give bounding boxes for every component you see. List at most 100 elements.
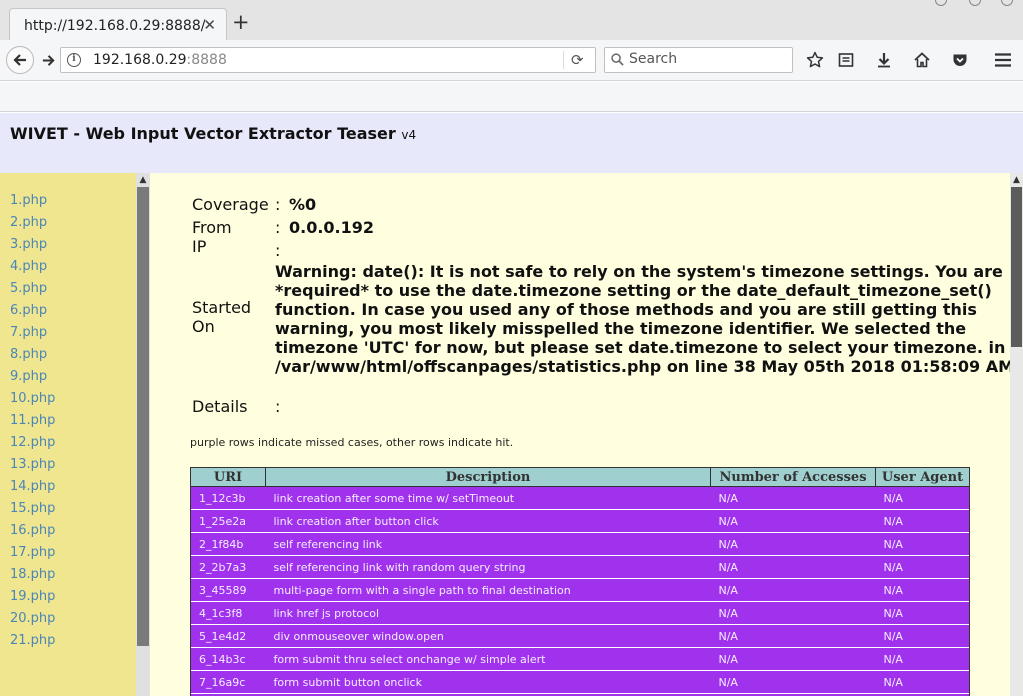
navigation-toolbar: i 192.168.0.29:8888 ⟳ (0, 40, 1023, 81)
sidebar-link[interactable]: 15.php (10, 501, 55, 516)
user-agent-cell: N/A (875, 670, 970, 694)
uri-cell: 2_1f84b (190, 532, 266, 556)
page-header: WIVET - Web Input Vector Extractor Tease… (0, 113, 1023, 173)
sidebar-link[interactable]: 13.php (10, 457, 55, 472)
user-agent-cell: N/A (875, 578, 970, 602)
sidebar-link[interactable]: 5.php (10, 281, 47, 296)
reading-list-icon[interactable] (836, 50, 856, 70)
ip-colon: : (275, 218, 281, 237)
started-on-warning: Warning: date(): It is not safe to rely … (275, 262, 1010, 376)
downloads-icon[interactable] (874, 50, 894, 70)
table-row: 3_45589 multi-page form with a single pat… (190, 578, 970, 602)
main-scroll-thumb[interactable] (1011, 187, 1022, 347)
url-divider (563, 51, 564, 69)
sidebar: 1.php 2.php 3.php 4.php 5.php 6.php 7.php 8.php… (0, 173, 136, 696)
sidebar-link[interactable]: 2.php (10, 215, 47, 230)
accesses-cell: N/A (710, 624, 876, 648)
user-agent-cell: N/A (875, 555, 970, 579)
forward-button[interactable] (38, 50, 58, 70)
browser-tab[interactable]: http://192.168.0.29:8888/ ✕ (9, 8, 227, 41)
accesses-cell: N/A (710, 555, 876, 579)
coverage-colon: : (275, 195, 281, 214)
sidebar-link[interactable]: 17.php (10, 545, 55, 560)
close-window-icon[interactable] (1001, 0, 1013, 6)
sidebar-link[interactable]: 3.php (10, 237, 47, 252)
main-content: Coverage : %0 From IP : 0.0.0.192 : Star… (150, 173, 1010, 696)
site-info-icon[interactable]: i (67, 53, 81, 67)
uri-cell: 1_25e2a (190, 509, 266, 533)
pocket-icon[interactable] (950, 50, 970, 70)
table-row: 1_25e2a link creation after button click N… (190, 509, 970, 533)
header-uri: URI (190, 467, 266, 487)
table-header-row: URI Description Number of Accesses User … (190, 467, 970, 487)
details-colon: : (275, 397, 281, 416)
legend-note: purple rows indicate missed cases, other… (190, 436, 514, 449)
uri-cell: 1_12c3b (190, 486, 266, 510)
table-row: 6_14b3c form submit thru select onchange … (190, 647, 970, 671)
version-label: v4 (401, 128, 417, 142)
close-tab-icon[interactable]: ✕ (203, 16, 216, 34)
sidebar-link[interactable]: 21.php (10, 633, 55, 648)
sidebar-scroll-thumb[interactable] (137, 187, 149, 646)
results-table: URI Description Number of Accesses User … (190, 467, 970, 696)
minimize-window-icon[interactable] (935, 0, 947, 6)
url-port: :8888 (186, 52, 227, 68)
sidebar-link[interactable]: 6.php (10, 303, 47, 318)
page-title: WIVET - Web Input Vector Extractor Tease… (10, 124, 416, 143)
sidebar-link[interactable]: 4.php (10, 259, 47, 274)
url-text[interactable]: 192.168.0.29:8888 (93, 52, 227, 68)
accesses-cell: N/A (710, 601, 876, 625)
user-agent-cell: N/A (875, 624, 970, 648)
url-bar[interactable]: i 192.168.0.29:8888 ⟳ (60, 47, 596, 73)
coverage-label: Coverage (192, 195, 269, 214)
sidebar-link[interactable]: 19.php (10, 589, 55, 604)
sidebar-link[interactable]: 20.php (10, 611, 55, 626)
user-agent-cell: N/A (875, 509, 970, 533)
uri-cell: 4_1c3f8 (190, 601, 266, 625)
back-button[interactable] (6, 46, 34, 74)
accesses-cell: N/A (710, 670, 876, 694)
home-icon[interactable] (912, 50, 932, 70)
sidebar-link[interactable]: 9.php (10, 369, 47, 384)
sidebar-link[interactable]: 8.php (10, 347, 47, 362)
main-scrollbar[interactable]: ▲ (1010, 173, 1023, 696)
user-agent-cell: N/A (875, 647, 970, 671)
coverage-value: %0 (289, 195, 317, 214)
maximize-window-icon[interactable] (969, 0, 981, 6)
bookmark-star-icon[interactable] (805, 50, 825, 70)
sidebar-link[interactable]: 12.php (10, 435, 55, 450)
details-label: Details (192, 397, 248, 416)
scroll-up-arrow-icon[interactable]: ▲ (136, 173, 150, 187)
tab-strip: http://192.168.0.29:8888/ ✕ + (0, 0, 1023, 41)
sidebar-link[interactable]: 11.php (10, 413, 55, 428)
new-tab-icon[interactable]: + (232, 12, 250, 33)
table-row: 2_1f84b self referencing link N/A N/A (190, 532, 970, 556)
table-row: 2_2b7a3 self referencing link with random… (190, 555, 970, 579)
menu-icon[interactable] (993, 50, 1013, 70)
sidebar-link[interactable]: 16.php (10, 523, 55, 538)
description-cell: self referencing link with random query … (265, 555, 711, 579)
sidebar-link[interactable]: 7.php (10, 325, 47, 340)
ip-label: From IP (192, 218, 232, 256)
scroll-up-arrow-icon[interactable]: ▲ (1010, 173, 1023, 187)
header-description: Description (265, 467, 711, 487)
search-bar[interactable] (604, 47, 793, 73)
sidebar-link[interactable]: 10.php (10, 391, 55, 406)
url-host: 192.168.0.29 (93, 52, 187, 68)
description-cell: self referencing link (265, 532, 711, 556)
sidebar-link[interactable]: 1.php (10, 193, 47, 208)
sidebar-link[interactable]: 14.php (10, 479, 55, 494)
uri-cell: 6_14b3c (190, 647, 266, 671)
sidebar-scrollbar[interactable]: ▲ (136, 173, 150, 696)
accesses-cell: N/A (710, 509, 876, 533)
table-row: 5_1e4d2 div onmouseover window.open N/A N/A (190, 624, 970, 648)
description-cell: multi-page form with a single path to fi… (265, 578, 711, 602)
reload-icon[interactable]: ⟳ (571, 51, 584, 69)
header-user-agent: User Agent (875, 467, 970, 487)
sidebar-link[interactable]: 18.php (10, 567, 55, 582)
user-agent-cell: N/A (875, 601, 970, 625)
uri-cell: 3_45589 (190, 578, 266, 602)
search-input[interactable] (629, 51, 789, 67)
uri-cell: 7_16a9c (190, 670, 266, 694)
accesses-cell: N/A (710, 486, 876, 510)
